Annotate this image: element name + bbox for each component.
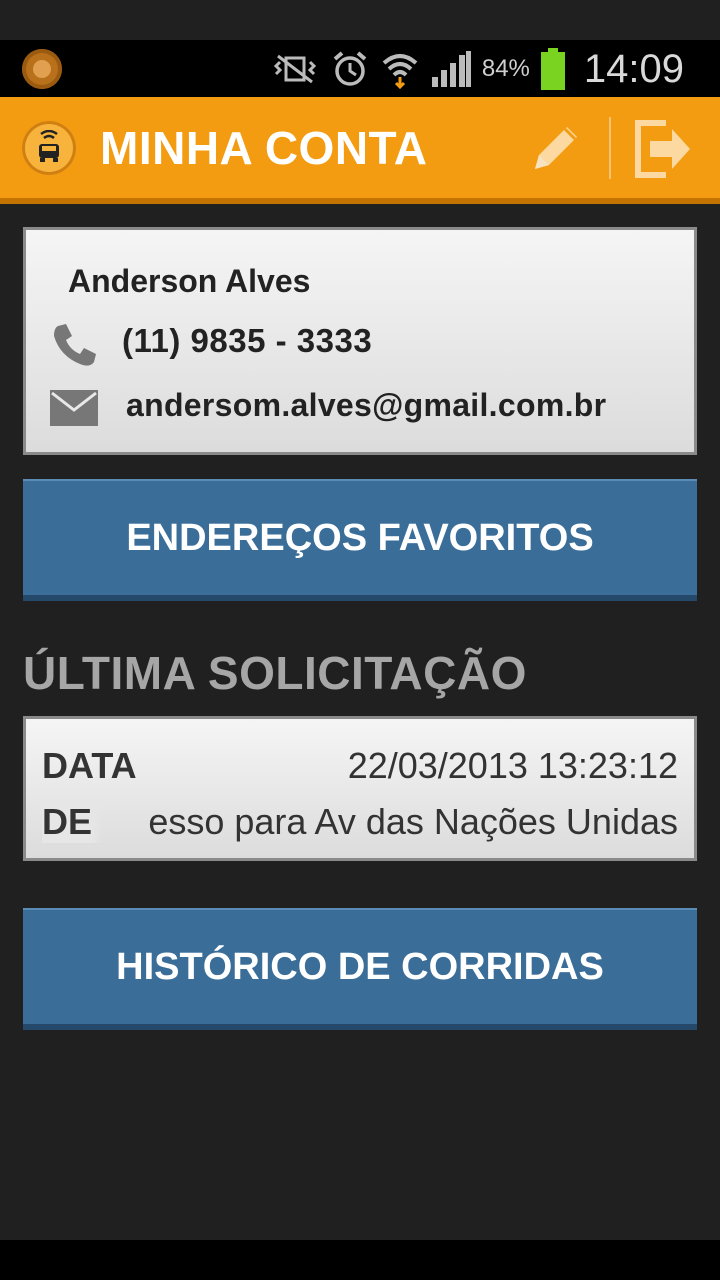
profile-email[interactable]: andersom.alves@gmail.com.br xyxy=(126,387,606,424)
vibrate-muted-icon xyxy=(270,54,320,84)
profile-card: Anderson Alves (11) 9835 - 3333 andersom… xyxy=(23,227,697,455)
action-bar: MINHA CONTA xyxy=(0,97,720,204)
battery-icon xyxy=(540,48,566,90)
edit-pencil-icon[interactable] xyxy=(525,119,585,179)
phone-icon xyxy=(50,322,98,373)
status-icons: 84% 14:09 xyxy=(270,44,684,94)
alarm-icon xyxy=(330,49,370,89)
logout-icon[interactable] xyxy=(632,117,694,181)
status-bar: 84% 14:09 xyxy=(0,40,720,97)
from-label: DE xyxy=(42,801,103,843)
taxi-logo-icon[interactable] xyxy=(22,121,76,175)
wifi-icon xyxy=(380,49,420,89)
from-value: esso para Av das Nações Unidas xyxy=(148,801,678,842)
ride-history-button[interactable]: HISTÓRICO DE CORRIDAS xyxy=(23,908,697,1030)
action-divider xyxy=(609,117,611,179)
last-request-card[interactable]: DATA 22/03/2013 13:23:12 esso para Av da… xyxy=(23,716,697,861)
favorite-addresses-button[interactable]: ENDEREÇOS FAVORITOS xyxy=(23,479,697,601)
date-value: 22/03/2013 13:23:12 xyxy=(347,745,678,786)
mail-icon xyxy=(50,390,98,431)
profile-phone[interactable]: (11) 9835 - 3333 xyxy=(122,322,372,360)
signal-icon xyxy=(430,49,472,89)
clock: 14:09 xyxy=(583,46,684,91)
screen: 84% 14:09 MINHA CONTA Anderson Alves (11… xyxy=(0,0,720,1280)
last-request-title: ÚLTIMA SOLICITAÇÃO xyxy=(23,647,527,699)
page-title: MINHA CONTA xyxy=(100,122,428,174)
notification-app-icon xyxy=(22,49,62,89)
bottom-bar xyxy=(0,1240,720,1280)
profile-name: Anderson Alves xyxy=(68,263,311,299)
date-label: DATA xyxy=(42,745,137,786)
battery-percent: 84% xyxy=(481,55,530,82)
